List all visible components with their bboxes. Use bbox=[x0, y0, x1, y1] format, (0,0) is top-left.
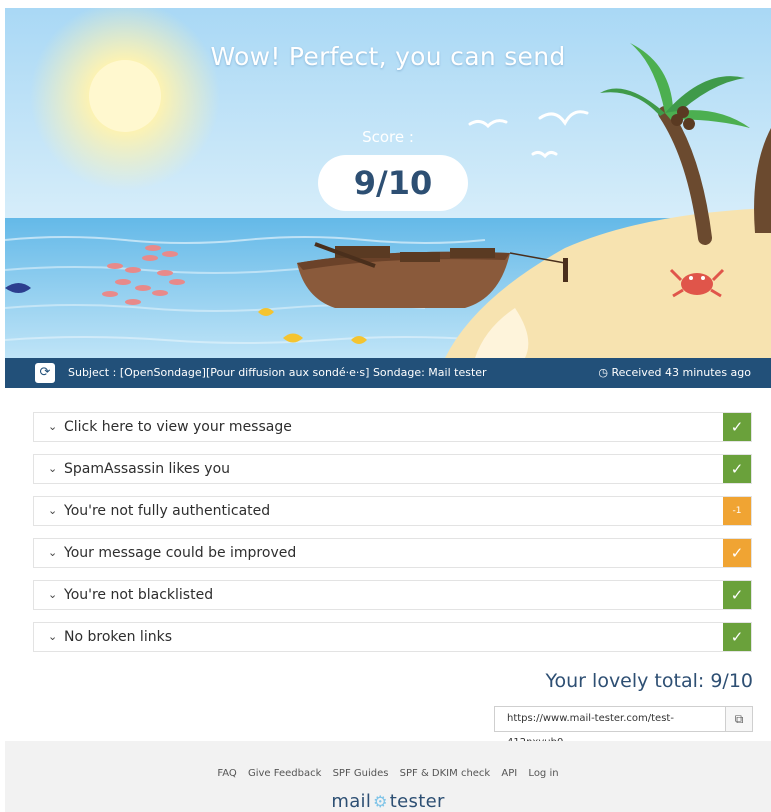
gear-icon: ⚙ bbox=[373, 792, 388, 811]
copy-url-button[interactable]: ⧉ bbox=[725, 706, 753, 732]
footer-link-login[interactable]: Log in bbox=[528, 768, 558, 779]
check-label: You're not fully authenticated bbox=[64, 503, 271, 519]
chevron-down-icon: ⌄ bbox=[48, 546, 58, 559]
copy-icon: ⧉ bbox=[734, 712, 744, 726]
footer-link-faq[interactable]: FAQ bbox=[217, 768, 236, 779]
check-row-spamassassin[interactable]: ⌄ SpamAssassin likes you ✓ bbox=[33, 454, 752, 484]
check-pass-badge: ✓ bbox=[723, 455, 751, 483]
check-label: Click here to view your message bbox=[64, 419, 292, 435]
clock-icon: ◷ bbox=[598, 366, 612, 379]
check-label: No broken links bbox=[64, 629, 172, 645]
received-time: ◷ Received 43 minutes ago bbox=[598, 366, 751, 379]
check-row-blacklist[interactable]: ⌄ You're not blacklisted ✓ bbox=[33, 580, 752, 610]
check-pass-badge: ✓ bbox=[723, 581, 751, 609]
check-pass-badge: ✓ bbox=[723, 413, 751, 441]
check-label: SpamAssassin likes you bbox=[64, 461, 231, 477]
result-headline: Wow! Perfect, you can send bbox=[210, 42, 566, 71]
logo-text-left: mail bbox=[331, 791, 372, 812]
footer-link-spf-guides[interactable]: SPF Guides bbox=[333, 768, 389, 779]
check-label: You're not blacklisted bbox=[64, 587, 214, 603]
share-url-field[interactable]: https://www.mail-tester.com/test-412nxyu… bbox=[494, 706, 726, 748]
footer-links: FAQ Give Feedback SPF Guides SPF & DKIM … bbox=[5, 768, 771, 779]
check-pass-badge: ✓ bbox=[723, 623, 751, 651]
refresh-button[interactable]: ⟳ bbox=[35, 363, 55, 383]
footer-link-spf-dkim[interactable]: SPF & DKIM check bbox=[400, 768, 491, 779]
refresh-icon: ⟳ bbox=[39, 365, 51, 380]
check-row-improvements[interactable]: ⌄ Your message could be improved ✓ bbox=[33, 538, 752, 568]
footer-link-feedback[interactable]: Give Feedback bbox=[248, 768, 321, 779]
check-row-broken-links[interactable]: ⌄ No broken links ✓ bbox=[33, 622, 752, 652]
check-row-view-message[interactable]: ⌄ Click here to view your message ✓ bbox=[33, 412, 752, 442]
check-row-authentication[interactable]: ⌄ You're not fully authenticated -1 bbox=[33, 496, 752, 526]
check-penalty-badge: -1 bbox=[723, 497, 751, 525]
chevron-down-icon: ⌄ bbox=[48, 630, 58, 643]
received-text: Received 43 minutes ago bbox=[611, 366, 751, 379]
total-score: Your lovely total: 9/10 bbox=[545, 670, 753, 692]
logo-text-right: tester bbox=[389, 791, 445, 812]
subject-bar: ⟳ Subject : [OpenSondage][Pour diffusion… bbox=[5, 358, 771, 388]
score-value: 9/10 bbox=[318, 155, 468, 211]
check-label: Your message could be improved bbox=[64, 545, 297, 561]
hero-banner: Wow! Perfect, you can send Score : 9/10 bbox=[5, 8, 771, 358]
chevron-down-icon: ⌄ bbox=[48, 504, 58, 517]
score-label: Score : bbox=[362, 128, 414, 146]
chevron-down-icon: ⌄ bbox=[48, 588, 58, 601]
mail-tester-logo[interactable]: mail ⚙ tester bbox=[5, 791, 771, 812]
chevron-down-icon: ⌄ bbox=[48, 420, 58, 433]
footer-link-api[interactable]: API bbox=[501, 768, 517, 779]
email-subject: Subject : [OpenSondage][Pour diffusion a… bbox=[68, 366, 487, 379]
check-warning-badge: ✓ bbox=[723, 539, 751, 567]
chevron-down-icon: ⌄ bbox=[48, 462, 58, 475]
footer: FAQ Give Feedback SPF Guides SPF & DKIM … bbox=[5, 741, 771, 812]
